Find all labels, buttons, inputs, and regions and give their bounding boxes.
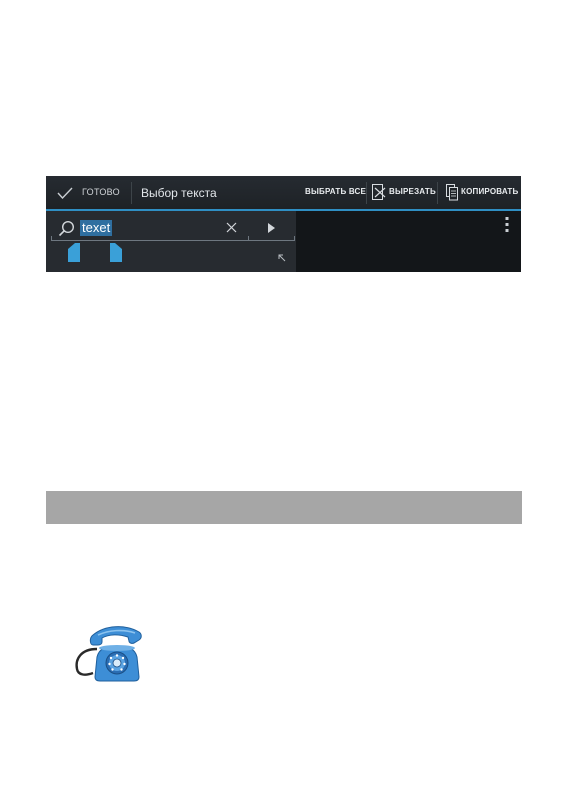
action-bar-title: Выбор текста xyxy=(141,186,217,200)
underline-tick xyxy=(294,236,295,241)
resize-icon xyxy=(278,254,286,262)
cut-button[interactable]: ВЫРЕЗАТЬ xyxy=(389,187,436,196)
selection-end-handle[interactable] xyxy=(110,243,122,262)
underline-tick xyxy=(51,236,52,241)
background-panel xyxy=(296,211,521,272)
select-all-button[interactable]: ВЫБРАТЬ ВСЕ xyxy=(305,187,366,196)
search-input-selected-text[interactable]: texet xyxy=(80,220,113,236)
divider xyxy=(437,182,438,204)
close-icon[interactable] xyxy=(226,222,237,233)
underline-tick xyxy=(248,236,249,241)
done-label: ГОТОВО xyxy=(82,187,120,197)
contextual-action-bar: ГОТОВО Выбор текста ВЫБРАТЬ ВСЕ ВЫРЕЗАТЬ… xyxy=(46,176,521,211)
copy-icon[interactable] xyxy=(446,184,458,201)
divider xyxy=(366,182,367,204)
cut-icon[interactable] xyxy=(372,184,386,201)
search-icon xyxy=(58,220,75,237)
search-field-area: texet xyxy=(46,211,296,272)
play-icon[interactable] xyxy=(268,223,275,233)
done-button[interactable]: ГОТОВО xyxy=(46,176,130,209)
divider xyxy=(131,182,132,204)
check-icon xyxy=(57,187,73,199)
section-header-bar xyxy=(46,491,522,524)
selection-start-handle[interactable] xyxy=(68,243,80,262)
input-underline xyxy=(51,240,295,241)
copy-button[interactable]: КОПИРОВАТЬ xyxy=(461,187,518,196)
phone-icon xyxy=(75,626,142,682)
overflow-menu-icon[interactable] xyxy=(505,217,509,232)
text-selection-screenshot: ГОТОВО Выбор текста ВЫБРАТЬ ВСЕ ВЫРЕЗАТЬ… xyxy=(46,176,521,272)
